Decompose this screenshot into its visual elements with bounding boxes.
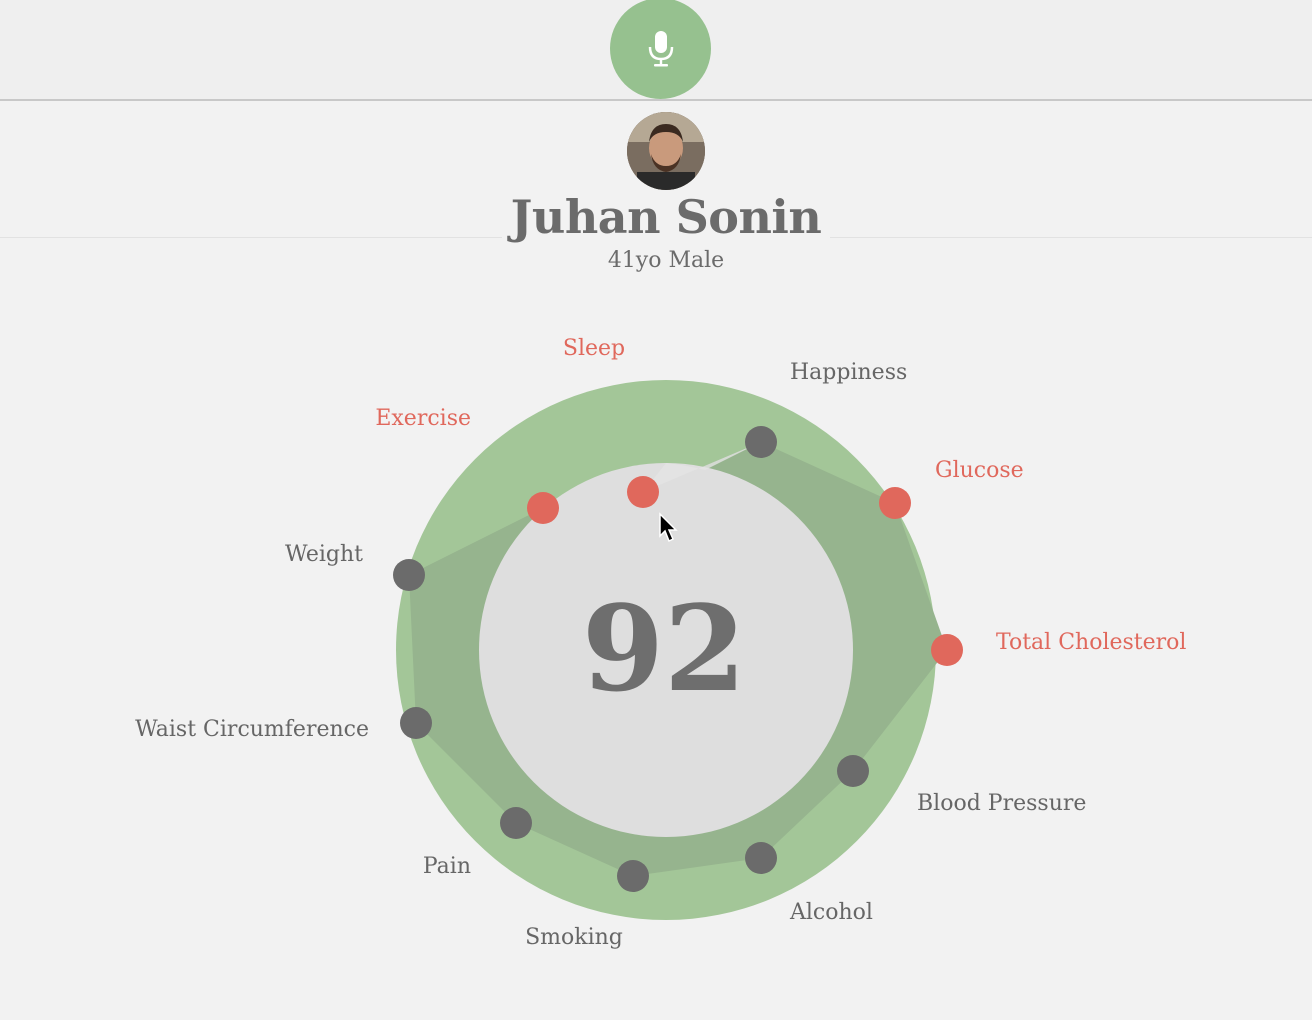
metric-dot-weight[interactable] bbox=[393, 559, 425, 591]
metric-label-sleep[interactable]: Sleep bbox=[563, 336, 625, 361]
metric-dot-pain[interactable] bbox=[500, 807, 532, 839]
metric-label-happiness[interactable]: Happiness bbox=[790, 360, 907, 385]
metric-label-alcohol[interactable]: Alcohol bbox=[789, 900, 873, 925]
metric-label-pain[interactable]: Pain bbox=[423, 854, 471, 879]
metric-dot-alcohol[interactable] bbox=[745, 842, 777, 874]
metric-label-total-cholesterol[interactable]: Total Cholesterol bbox=[996, 630, 1186, 655]
metric-dot-total-cholesterol[interactable] bbox=[931, 634, 963, 666]
metric-label-glucose[interactable]: Glucose bbox=[935, 458, 1024, 483]
metric-label-waist-circumference[interactable]: Waist Circumference bbox=[135, 717, 369, 742]
metric-label-blood-pressure[interactable]: Blood Pressure bbox=[917, 791, 1086, 816]
metric-dot-sleep[interactable] bbox=[627, 476, 659, 508]
metric-label-weight[interactable]: Weight bbox=[285, 542, 363, 567]
metric-dot-happiness[interactable] bbox=[745, 426, 777, 458]
metric-dot-exercise[interactable] bbox=[527, 492, 559, 524]
metric-dot-blood-pressure[interactable] bbox=[837, 755, 869, 787]
metric-label-smoking[interactable]: Smoking bbox=[525, 925, 623, 950]
metric-label-exercise[interactable]: Exercise bbox=[375, 406, 471, 431]
metric-dot-smoking[interactable] bbox=[617, 860, 649, 892]
health-radar-chart: 92 Sleep Happiness Glucose Total Cholest… bbox=[135, 336, 1186, 950]
metric-dot-waist-circumference[interactable] bbox=[400, 707, 432, 739]
metric-dot-glucose[interactable] bbox=[879, 487, 911, 519]
score-value: 92 bbox=[582, 579, 746, 718]
